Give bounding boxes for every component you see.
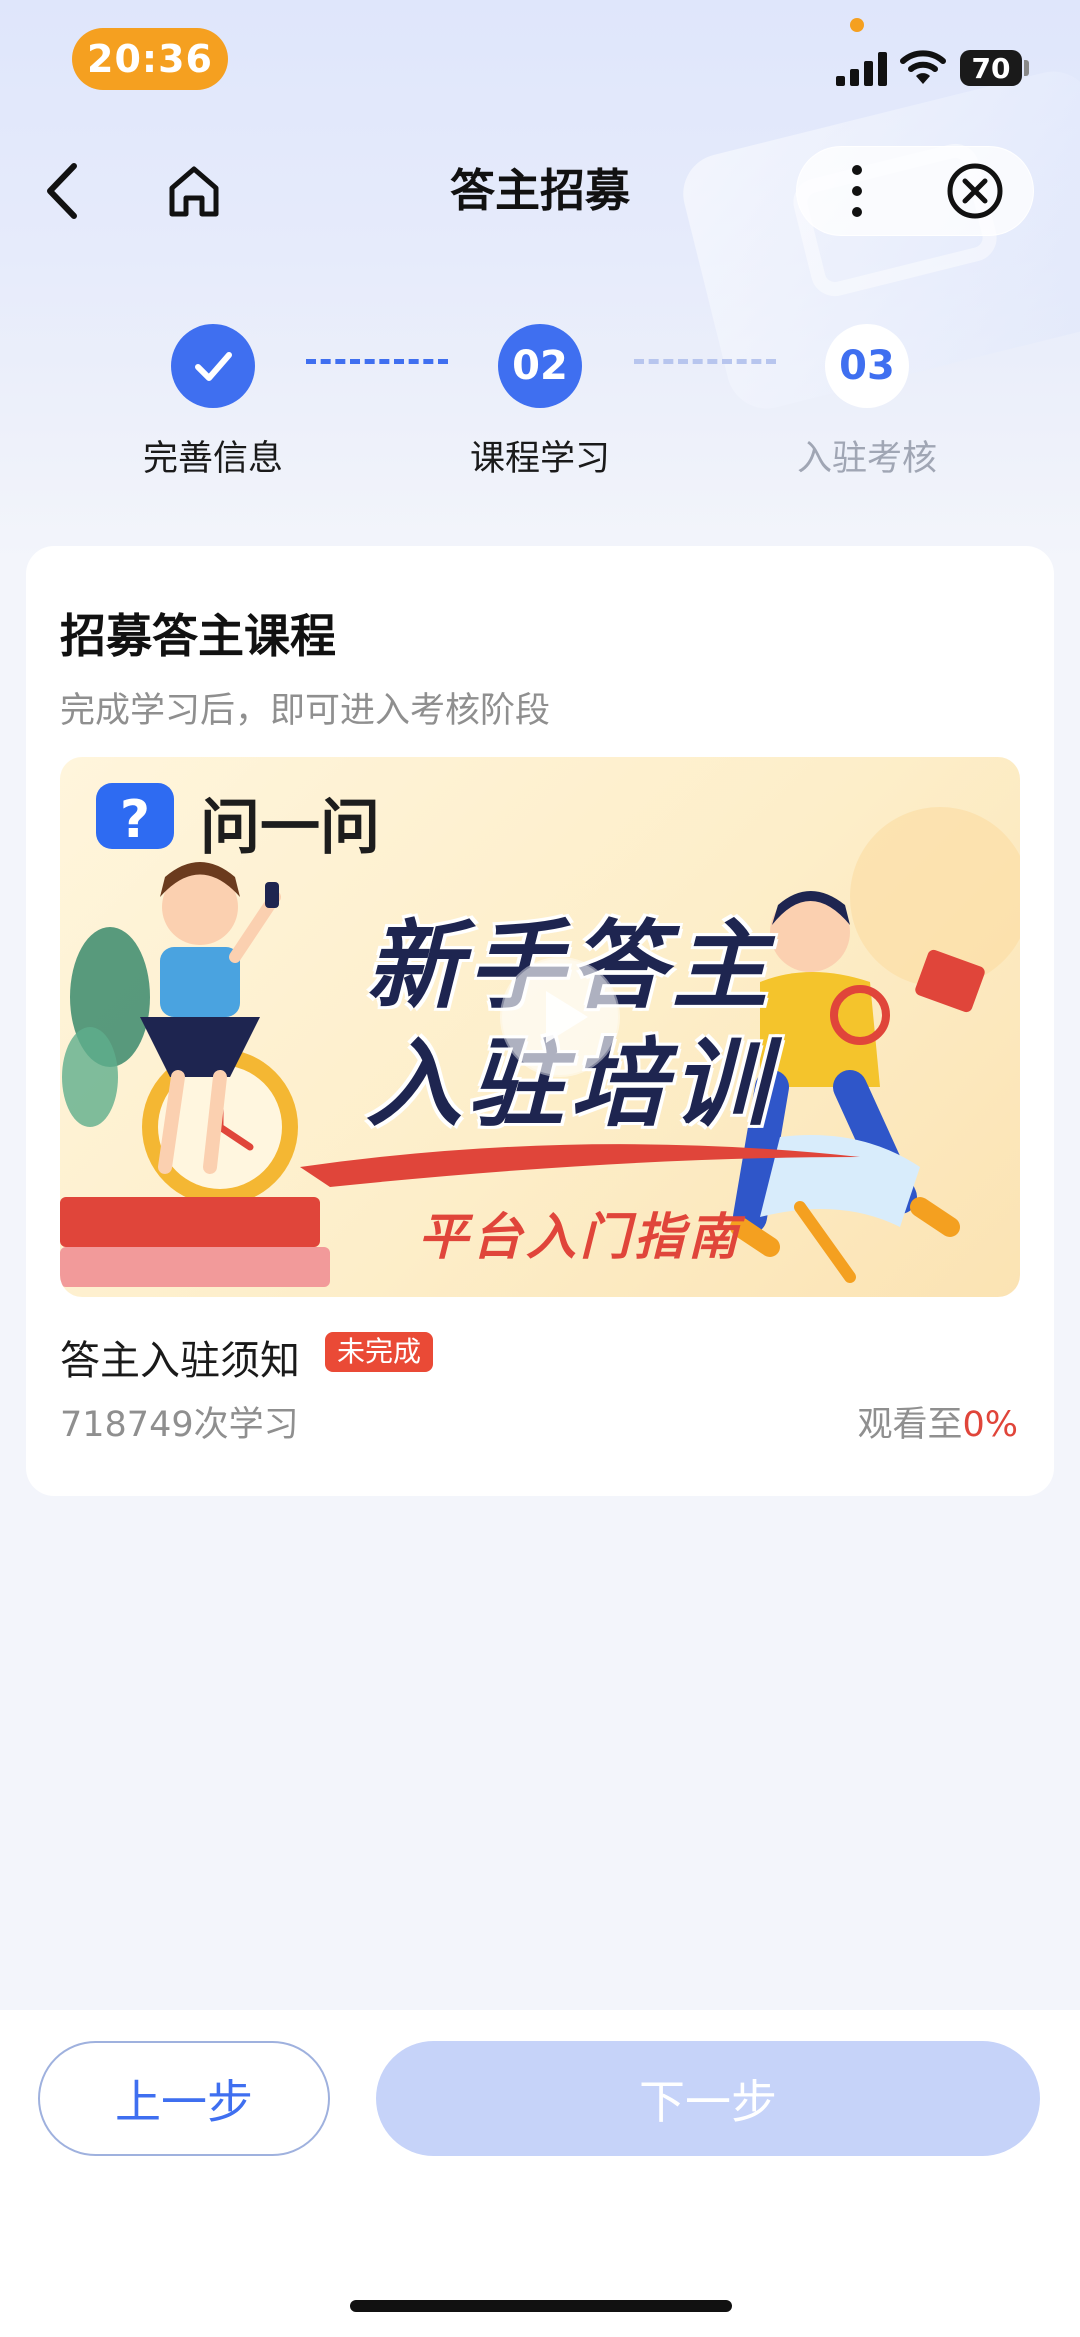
step-connector [306,359,448,364]
page-title: 答主招募 [449,164,630,217]
checkmark-icon [195,352,232,381]
back-arrow-icon[interactable] [40,158,90,224]
previous-step-button[interactable]: 上一步 [38,2041,330,2156]
step-3-pending: 03 [825,324,909,408]
home-indicator[interactable] [350,2300,732,2312]
battery-icon: 70 [960,50,1022,86]
step-connector [634,359,776,364]
course-video-banner[interactable]: ? 问一问 新手答主 入驻培训 [60,757,1020,1297]
watch-progress: 观看至0% [857,1396,1018,1447]
battery-tip [1024,60,1029,76]
banner-subline: 平台入门指南 [418,1208,742,1266]
step-2-current: 02 [498,324,582,408]
learn-count: 718749次学习 [60,1405,299,1445]
watch-progress-value: 0% [962,1405,1018,1445]
status-time: 20:36 [72,28,228,90]
play-icon[interactable] [500,957,620,1077]
card-subtitle: 完成学习后，即可进入考核阶段 [60,691,551,731]
step-2-label: 课程学习 [469,439,610,479]
wifi-icon [900,50,946,84]
svg-text:?: ? [120,790,150,850]
privacy-indicator-dot [850,18,864,32]
home-icon[interactable] [164,162,224,222]
status-badge: 未完成 [325,1332,434,1372]
signal-icon [836,52,887,86]
close-circle-icon[interactable] [944,160,1006,222]
course-name[interactable]: 答主入驻须知 [60,1328,300,1386]
step-1-completed [171,324,255,408]
step-3-label: 入驻考核 [796,439,937,479]
banner-brand: 问一问 [200,793,380,863]
more-dots-icon[interactable] [826,156,888,226]
watch-progress-prefix: 观看至 [857,1405,963,1445]
next-step-button[interactable]: 下一步 [376,2041,1040,2156]
card-title: 招募答主课程 [60,609,336,663]
step-1-label: 完善信息 [142,439,283,479]
